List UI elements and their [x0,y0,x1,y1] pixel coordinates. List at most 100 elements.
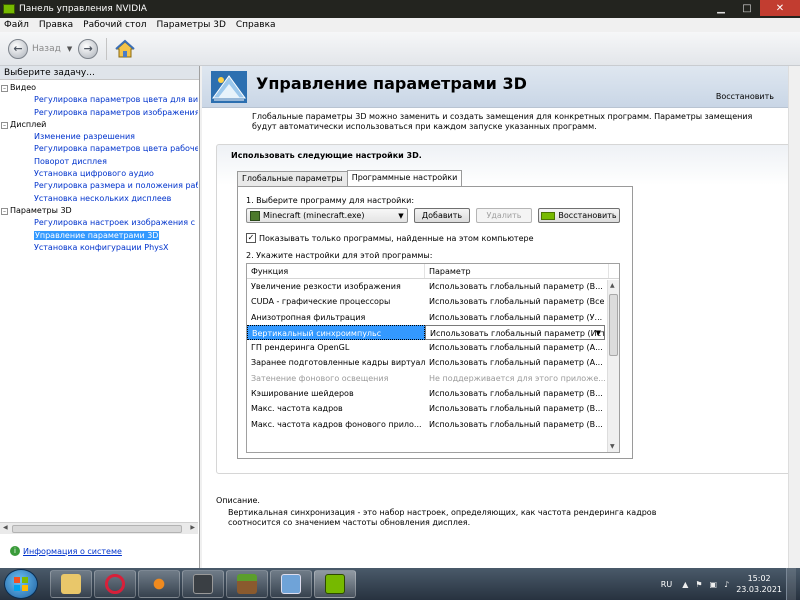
taskbar-minecraft[interactable] [226,570,268,598]
start-button-icon[interactable] [4,569,38,599]
system-info-link[interactable]: i Информация о системе [10,546,122,556]
volume-icon[interactable]: ♪ [724,580,729,589]
taskbar-explorer[interactable] [50,570,92,598]
settings-grid: Функция Параметр Увеличение резкости изо… [246,263,620,453]
column-header-parameter[interactable]: Параметр [425,264,609,278]
taskbar-nvidia[interactable] [314,570,356,598]
chevron-down-icon[interactable]: ▼ [395,212,407,220]
back-label[interactable]: Назад [32,44,61,54]
taskbar-world-of-tanks[interactable] [182,570,224,598]
language-indicator[interactable]: RU [661,580,672,589]
add-program-button[interactable]: Добавить [414,208,470,223]
scroll-right-icon[interactable]: ▶ [190,524,195,531]
tree-item[interactable]: Регулировка параметров изображения для в… [0,107,198,119]
minecraft-icon [237,574,257,594]
tree-item[interactable]: Изменение разрешения [0,131,198,143]
chevron-down-icon[interactable]: ▼ [596,326,601,339]
maximize-button[interactable]: □ [734,0,760,16]
show-desktop-button[interactable] [786,568,796,600]
tree-item[interactable]: Регулировка параметров цвета рабочего ст… [0,143,198,155]
content-panel: Управление параметрами 3D Восстановить Г… [202,66,796,568]
scroll-left-icon[interactable]: ◀ [3,524,8,531]
scroll-down-icon[interactable]: ▼ [610,443,615,450]
intro-text: Глобальные параметры 3D можно заменить и… [252,112,753,131]
parameter-dropdown[interactable]: Использовать глобальный параметр (Ист ▼ [425,324,605,341]
menu-bar: Файл Правка Рабочий стол Параметры 3D Сп… [0,18,800,32]
description-text: Вертикальная синхронизация - это набор н… [228,508,657,527]
menu-3d-settings[interactable]: Параметры 3D [156,20,225,30]
scrollbar-thumb[interactable] [12,525,182,533]
tree-item[interactable]: Регулировка настроек изображения с просм… [0,217,198,229]
close-button[interactable]: ✕ [760,0,800,16]
home-icon[interactable] [115,39,135,59]
3d-settings-logo-icon [211,71,247,103]
table-row[interactable]: Анизотропная фильтрация Использовать глоб… [247,310,619,325]
collapse-icon[interactable]: – [1,85,8,92]
tree-horizontal-scrollbar[interactable]: ◀ ▶ [0,522,198,534]
tree-item[interactable]: Установка конфигурации PhysX [0,242,198,254]
menu-file[interactable]: Файл [4,20,29,30]
grid-header: Функция Параметр [247,264,619,279]
table-row[interactable]: Заранее подготовленные кадры виртуальной… [247,355,619,370]
restore-program-button[interactable]: Восстановить [538,208,620,223]
tank-game-icon [193,574,213,594]
network-icon[interactable]: ▣ [710,580,718,589]
tree-node-video[interactable]: – Видео [0,82,198,94]
taskbar-control-panel[interactable] [270,570,312,598]
taskbar-opera[interactable] [94,570,136,598]
show-hidden-icons[interactable]: ▲ [682,580,688,589]
table-row[interactable]: Кэширование шейдеров Использовать глобаль… [247,386,619,401]
back-history-dropdown-icon[interactable]: ▼ [67,45,72,53]
minimize-button[interactable]: ▁ [708,0,734,16]
tree-item[interactable]: Поворот дисплея [0,156,198,168]
tree-item-manage-3d-settings[interactable]: Управление параметрами 3D [0,230,198,242]
page-vertical-scrollbar[interactable] [788,66,800,568]
scrollbar-thumb[interactable] [609,294,618,356]
table-row[interactable]: Увеличение резкости изображения Использов… [247,279,619,294]
taskbar-app[interactable] [138,570,180,598]
control-panel-icon [281,574,301,594]
menu-help[interactable]: Справка [236,20,276,30]
tab-program-settings[interactable]: Программные настройки [346,170,463,186]
nvidia-icon [325,574,345,594]
nvidia-logo-icon [541,211,556,220]
back-arrow-icon[interactable]: ← [8,38,28,59]
table-row[interactable]: Макс. частота кадров Использовать глобаль… [247,401,619,416]
show-found-programs-checkbox[interactable]: ✓ Показывать только программы, найденные… [246,233,534,243]
page-banner: Управление параметрами 3D Восстановить [202,66,788,108]
tree-item[interactable]: Установка нескольких дисплеев [0,193,198,205]
collapse-icon[interactable]: – [1,207,8,215]
forward-arrow-icon[interactable]: → [78,38,99,59]
collapse-icon[interactable]: – [1,121,8,129]
program-select[interactable]: Minecraft (minecraft.exe) ▼ [246,208,408,223]
taskbar: RU ▲ ⚑ ▣ ♪ 15:02 23.03.2021 [0,568,800,600]
checkmark-icon[interactable]: ✓ [246,233,256,243]
flag-icon[interactable]: ⚑ [695,580,702,589]
table-row[interactable]: ГП рендеринга OpenGL Использовать глобаль… [247,340,619,355]
table-row[interactable]: Затенение фонового освещения Не поддержив… [247,371,619,386]
settings-group-label: Использовать следующие настройки 3D. [231,151,422,160]
remove-program-button[interactable]: Удалить [476,208,532,223]
table-row-selected[interactable]: Вертикальный синхроимпульс Использовать г… [247,324,619,341]
minecraft-icon [250,210,260,221]
tree-node-3d-settings[interactable]: – Параметры 3D [0,205,198,217]
tab-global-settings[interactable]: Глобальные параметры [237,171,348,186]
tree-node-display[interactable]: – Дисплей [0,119,198,131]
restore-defaults-link[interactable]: Восстановить [716,92,774,101]
column-header-function[interactable]: Функция [247,264,425,278]
table-row[interactable]: Макс. частота кадров фонового прило... Ис… [247,417,619,432]
tree-item[interactable]: Регулировка размера и положения рабочего… [0,180,198,192]
grid-vertical-scrollbar[interactable]: ▲ ▼ [607,280,619,452]
tree-item[interactable]: Установка цифрового аудио [0,168,198,180]
task-tree: – Видео Регулировка параметров цвета для … [0,82,198,524]
menu-desktop[interactable]: Рабочий стол [83,20,146,30]
program-settings-panel: 1. Выберите программу для настройки: Min… [237,186,633,459]
system-tray: RU ▲ ⚑ ▣ ♪ 15:02 23.03.2021 [661,568,796,600]
table-row[interactable]: CUDA - графические процессоры Использоват… [247,294,619,309]
tree-item[interactable]: Регулировка параметров цвета для видео [0,94,198,106]
menu-edit[interactable]: Правка [39,20,73,30]
scroll-up-icon[interactable]: ▲ [610,282,615,289]
info-icon: i [10,546,20,556]
clock[interactable]: 15:02 23.03.2021 [736,573,782,595]
step1-label: 1. Выберите программу для настройки: [246,196,415,205]
